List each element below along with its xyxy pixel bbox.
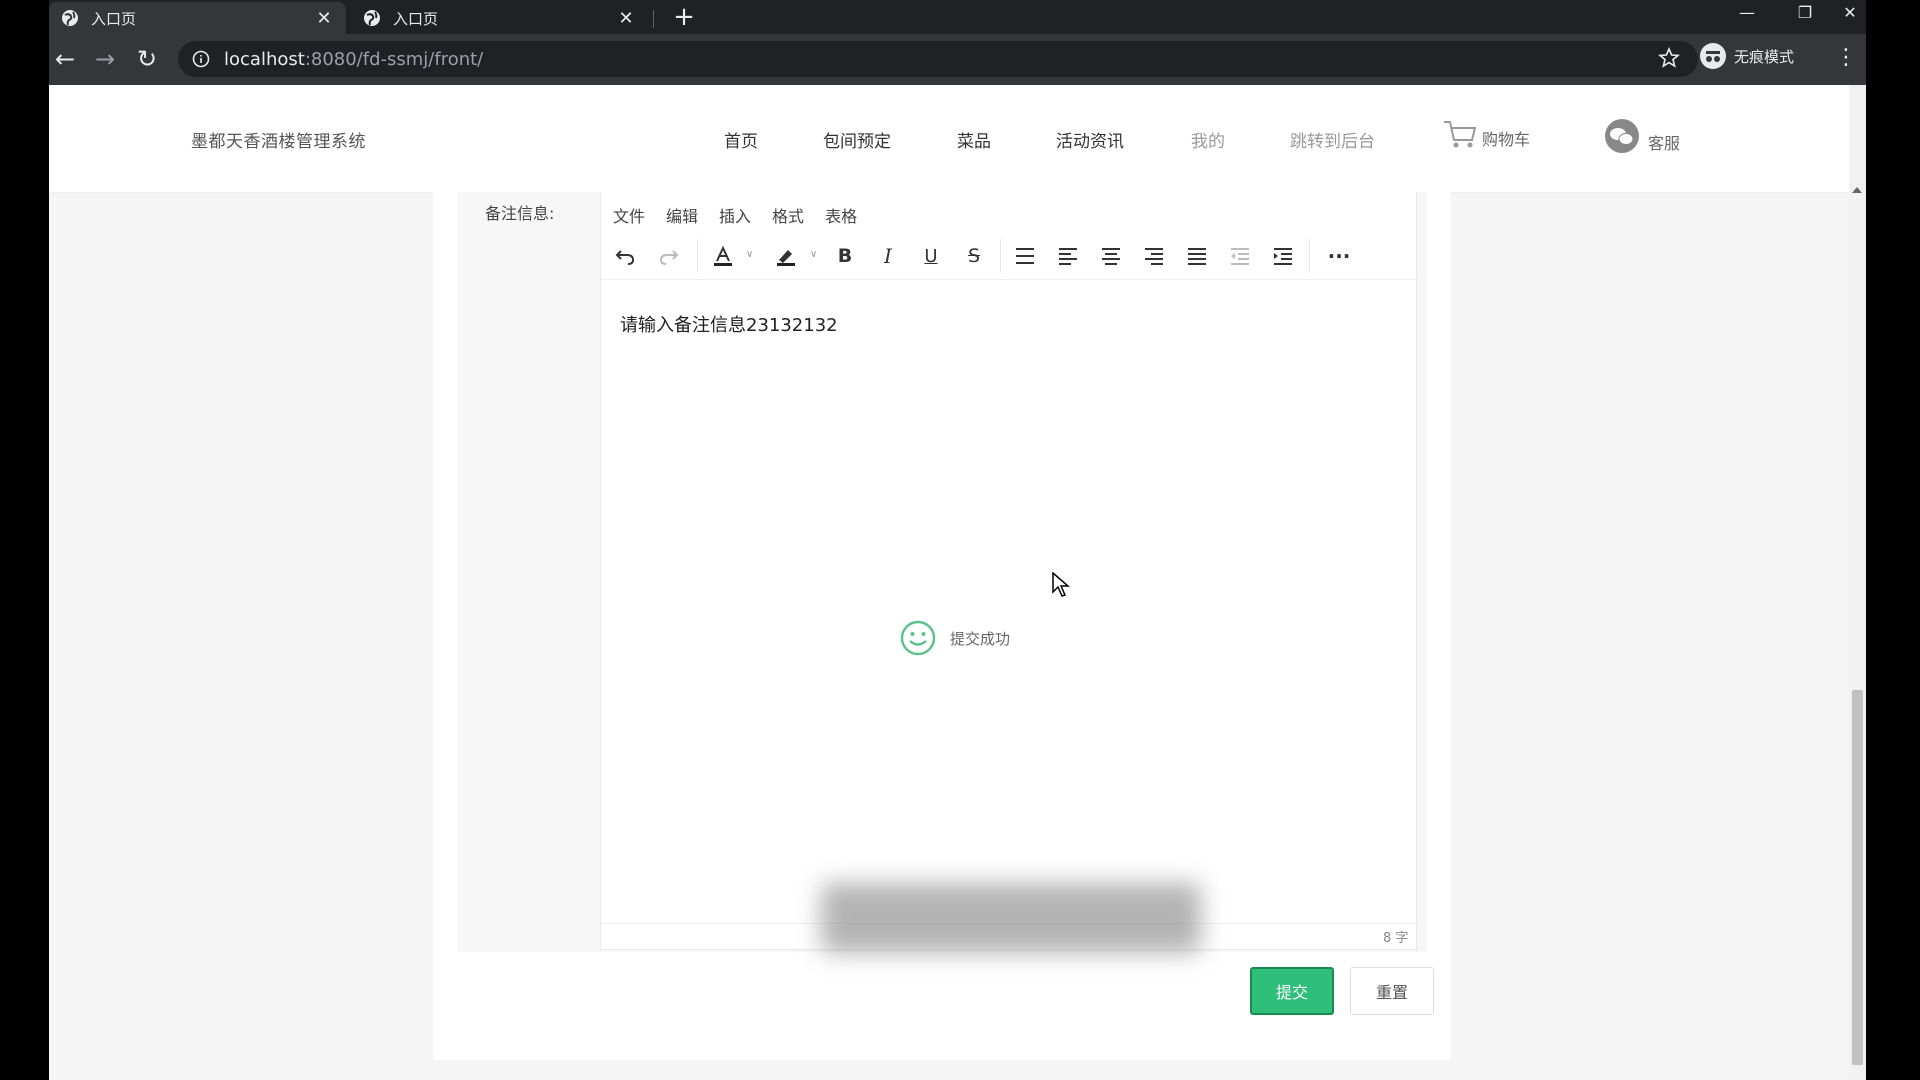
globe-icon <box>62 10 78 26</box>
text-color-icon[interactable] <box>709 243 737 269</box>
underline-icon[interactable]: U <box>917 243 945 269</box>
cart-label: 购物车 <box>1482 130 1531 149</box>
nav-news[interactable]: 活动资讯 <box>1056 127 1124 152</box>
menu-edit[interactable]: 编辑 <box>666 203 698 227</box>
blurred-region <box>821 883 1201 953</box>
more-icon[interactable]: ··· <box>1325 243 1353 269</box>
undo-icon[interactable] <box>611 243 639 269</box>
chat-icon <box>1605 119 1639 153</box>
nav-backend[interactable]: 跳转到后台 <box>1290 127 1375 152</box>
window-close-button[interactable]: ✕ <box>1835 0 1865 28</box>
align-left-icon[interactable] <box>1054 243 1082 269</box>
web-page: 墨都天香酒楼管理系统 首页 包间预定 菜品 活动资讯 我的 跳转到后台 购物车 <box>49 85 1866 1080</box>
bold-icon[interactable]: B <box>831 243 859 269</box>
url-text: localhost:8080/fd-ssmj/front/ <box>224 48 484 70</box>
chevron-down-icon[interactable]: ∨ <box>810 249 817 260</box>
outdent-icon[interactable] <box>1226 243 1254 269</box>
profile-label: 无痕模式 <box>1734 47 1795 66</box>
word-count: 8 字 <box>1383 931 1409 946</box>
tab-2[interactable]: 入口页 ✕ <box>351 2 648 34</box>
toolbar-divider <box>1309 239 1310 273</box>
smile-icon <box>900 620 936 656</box>
scroll-up-arrow[interactable] <box>1852 187 1862 193</box>
reload-button[interactable]: ↻ <box>131 44 163 76</box>
nav-room-booking[interactable]: 包间预定 <box>823 127 891 152</box>
address-bar[interactable]: localhost:8080/fd-ssmj/front/ <box>178 41 1698 77</box>
forward-button[interactable]: → <box>89 44 121 76</box>
tab-title: 入口页 <box>91 9 137 28</box>
strikethrough-icon[interactable]: S <box>960 243 988 269</box>
back-button[interactable]: ← <box>49 44 81 76</box>
toolbar-divider <box>1000 239 1001 273</box>
tab-separator <box>653 10 654 28</box>
mouse-cursor-icon <box>1052 572 1070 597</box>
chevron-down-icon[interactable]: ∨ <box>746 249 753 260</box>
close-icon[interactable]: ✕ <box>616 8 636 29</box>
info-icon[interactable] <box>192 50 210 68</box>
nav-mine[interactable]: 我的 <box>1191 127 1225 152</box>
incognito-icon <box>1700 43 1726 69</box>
indent-icon[interactable] <box>1269 243 1297 269</box>
nav-home[interactable]: 首页 <box>724 127 758 152</box>
justify-icon[interactable] <box>1183 243 1211 269</box>
cart-icon <box>1444 121 1477 148</box>
minimize-button[interactable]: — <box>1719 0 1775 28</box>
menu-format[interactable]: 格式 <box>772 203 804 227</box>
browser-window: 入口页 ✕ 入口页 ✕ + — ❐ ✕ ← → ↻ localhost:8080… <box>49 0 1866 1080</box>
menu-insert[interactable]: 插入 <box>719 203 751 227</box>
new-tab-button[interactable]: + <box>669 2 699 32</box>
line-height-icon[interactable] <box>1011 243 1039 269</box>
nav-dishes[interactable]: 菜品 <box>957 127 991 152</box>
close-icon[interactable]: ✕ <box>314 8 334 29</box>
nav-customer-service[interactable]: 客服 <box>1602 118 1680 154</box>
submit-button[interactable]: 提交 <box>1250 967 1334 1015</box>
remark-label: 备注信息: <box>485 204 555 223</box>
editor-menubar: 文件 编辑 插入 格式 表格 <box>613 203 857 227</box>
toast-message: 提交成功 <box>950 629 1011 648</box>
scrollbar-thumb[interactable] <box>1852 690 1863 1065</box>
align-right-icon[interactable] <box>1140 243 1168 269</box>
success-toast: 提交成功 <box>900 620 1010 656</box>
nav-cart[interactable]: 购物车 <box>1442 118 1530 150</box>
editor-content[interactable]: 请输入备注信息23132132 <box>620 311 838 337</box>
menu-table[interactable]: 表格 <box>825 203 857 227</box>
reset-button[interactable]: 重置 <box>1350 967 1434 1015</box>
site-title: 墨都天香酒楼管理系统 <box>191 132 366 152</box>
restore-button[interactable]: ❐ <box>1777 0 1833 28</box>
menu-file[interactable]: 文件 <box>613 203 645 227</box>
bookmark-star-icon[interactable] <box>1658 47 1680 69</box>
tab-1[interactable]: 入口页 ✕ <box>49 2 346 34</box>
globe-icon <box>364 10 380 26</box>
incognito-profile[interactable]: 无痕模式 <box>1700 43 1794 69</box>
tab-strip: 入口页 ✕ 入口页 ✕ + — ❐ ✕ <box>49 0 1866 34</box>
align-center-icon[interactable] <box>1097 243 1125 269</box>
tab-title: 入口页 <box>393 9 439 28</box>
site-header: 墨都天香酒楼管理系统 首页 包间预定 菜品 活动资讯 我的 跳转到后台 购物车 <box>49 85 1849 192</box>
service-label: 客服 <box>1648 134 1681 153</box>
redo-icon[interactable] <box>655 243 683 269</box>
rich-text-editor <box>600 192 1417 950</box>
browser-toolbar: ← → ↻ localhost:8080/fd-ssmj/front/ 无痕模式… <box>49 34 1866 85</box>
browser-menu-icon[interactable]: ⋮ <box>1835 46 1857 70</box>
editor-toolbar: ∨ ∨ B I U S ··· <box>600 233 1417 280</box>
toolbar-divider <box>697 239 698 273</box>
italic-icon[interactable]: I <box>874 243 902 269</box>
highlight-color-icon[interactable] <box>772 243 800 269</box>
